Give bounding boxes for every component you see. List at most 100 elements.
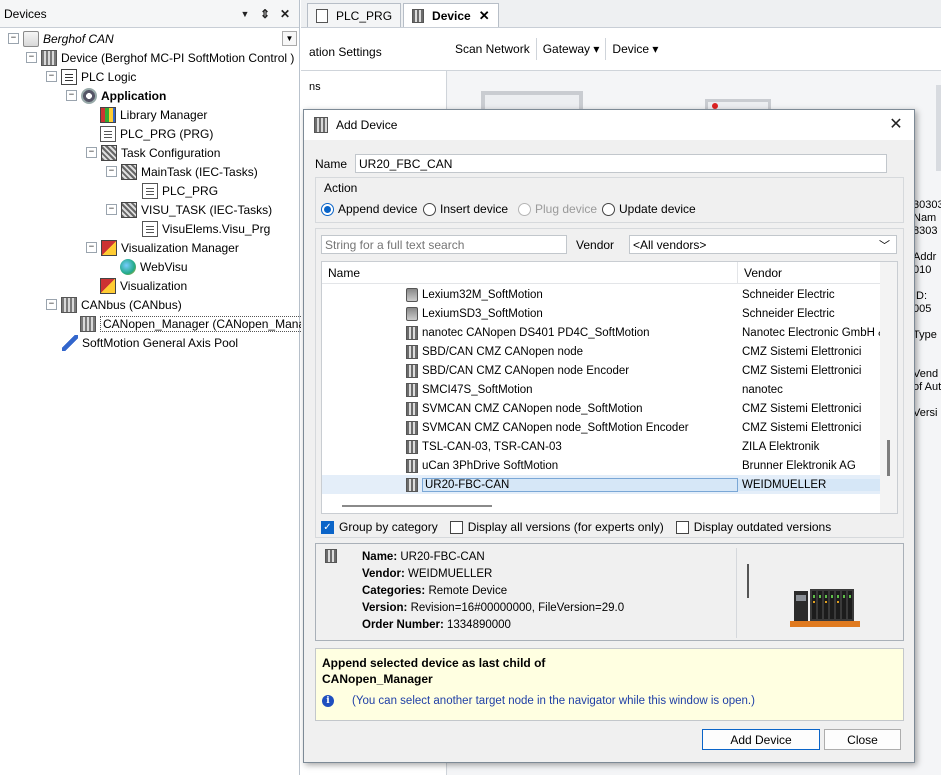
property-text: Addr [913,251,937,263]
options-row: ✓ Group by category Display all versions… [321,520,843,534]
tree-item[interactable]: − Device (Berghof MC-PI SoftMotion Contro… [26,48,294,67]
device-name-cell: SMCI47S_SoftMotion [322,382,738,397]
devices-panel: Devices ▼ ⇕ ✕ ▼ − Berghof CAN − Device (Ber… [0,0,330,775]
tab-communication-settings[interactable]: ation Settings [309,45,382,59]
panel-menu-icon[interactable]: ▼ [235,9,255,19]
tab-plc-prg[interactable]: PLC_PRG [307,3,402,27]
tree-item[interactable]: − Task Configuration [86,143,220,162]
device-name: uCan 3PhDrive SoftMotion [422,459,559,472]
device-list-group: Vendor <All vendors> ﹀ Name Vendor Lexiu… [315,228,904,538]
scan-network-button[interactable]: Scan Network [449,38,537,60]
device-icon [406,325,418,340]
column-header-vendor[interactable]: Vendor [738,262,882,284]
collapse-icon[interactable]: − [46,299,57,310]
scroll-thumb[interactable] [342,505,492,507]
tree-item[interactable]: PLC_PRG [142,181,218,200]
device-menu-button[interactable]: Device ▾ [606,38,664,60]
vertical-scrollbar[interactable] [880,262,897,513]
device-vendor: CMZ Sistemi Elettronici [742,402,862,415]
insert-device-radio[interactable]: Insert device [423,202,508,216]
plug-device-radio[interactable]: Plug device [518,202,597,216]
table-row[interactable]: SBD/CAN CMZ CANopen node CMZ Sistemi Elet… [322,342,882,361]
tree-item[interactable]: − Application [66,86,166,105]
append-device-radio[interactable]: Append device [321,202,417,216]
visu-manager-icon [101,239,117,256]
tree-dropdown-icon[interactable]: ▼ [282,31,297,46]
dialog-close-icon[interactable]: ✕ [886,115,906,135]
tree-item[interactable]: Library Manager [100,105,207,124]
collapse-icon[interactable]: − [106,204,117,215]
collapse-icon[interactable]: − [26,52,37,63]
tree-item[interactable]: − CANbus (CANbus) [46,295,182,314]
table-row[interactable]: Lexium32M_SoftMotion Schneider Electric [322,285,882,304]
scroll-thumb[interactable] [887,440,890,476]
info-divider-mark [747,564,749,598]
tree-item[interactable]: − Visualization Manager [86,238,239,257]
tree-item[interactable]: − Berghof CAN [8,29,114,48]
collapse-icon[interactable]: − [8,33,19,44]
side-list-item[interactable]: ns [309,81,321,93]
tree-item[interactable]: − VISU_TASK (IEC-Tasks) [106,200,272,219]
horizontal-scrollbar[interactable] [322,499,882,513]
tab-label: PLC_PRG [336,8,393,23]
collapse-icon[interactable]: − [86,242,97,253]
collapse-icon[interactable]: − [46,71,57,82]
action-legend: Action [324,181,358,195]
device-name-cell: LexiumSD3_SoftMotion [322,306,738,321]
table-row[interactable]: LexiumSD3_SoftMotion Schneider Electric [322,304,882,323]
close-tab-icon[interactable]: ✕ [479,8,490,24]
tab-device[interactable]: Device ✕ [403,3,499,27]
collapse-icon[interactable]: − [106,166,117,177]
name-input[interactable] [355,154,887,173]
tree-item-label: Berghof CAN [43,31,114,46]
tree-item-label: VisuElems.Visu_Prg [162,221,271,236]
device-name: LexiumSD3_SoftMotion [422,307,543,320]
table-row[interactable]: nanotec CANopen DS401 PD4C_SoftMotion Nan… [322,323,882,342]
editor-toolbar: Scan Network Gateway ▾ Device ▾ [449,38,664,60]
vendor-select[interactable]: <All vendors> ﹀ [629,235,897,254]
collapse-icon[interactable]: − [66,90,77,101]
program-call-icon [142,220,158,237]
device-vendor: WEIDMUELLER [738,478,882,491]
close-button[interactable]: Close [824,729,901,750]
device-icon [406,439,418,454]
table-row[interactable]: uCan 3PhDrive SoftMotion Brunner Elektron… [322,456,882,475]
editor-scrollbar[interactable] [936,85,941,171]
tree-item[interactable]: SoftMotion General Axis Pool [62,333,238,352]
table-row[interactable]: SBD/CAN CMZ CANopen node Encoder CMZ Sist… [322,361,882,380]
tree-item-label: VISU_TASK (IEC-Tasks) [141,202,273,217]
search-input[interactable] [321,235,567,254]
tree-item[interactable]: Visualization [100,276,187,295]
table-row[interactable]: UR20-FBC-CAN WEIDMUELLER [322,475,882,494]
property-text: 30303 [913,199,941,211]
task-icon [121,201,137,218]
display-all-versions-checkbox[interactable]: Display all versions (for experts only) [449,520,664,534]
tree-item[interactable]: VisuElems.Visu_Prg [142,219,270,238]
close-panel-icon[interactable]: ✕ [275,7,295,21]
table-row[interactable]: SMCI47S_SoftMotion nanotec [322,380,882,399]
tree-item[interactable]: − MainTask (IEC-Tasks) [106,162,258,181]
group-by-category-checkbox[interactable]: ✓ Group by category [321,520,438,534]
device-name-cell: SVMCAN CMZ CANopen node_SoftMotion Encod… [322,420,738,435]
tree-item-label: Task Configuration [121,145,221,160]
add-device-button[interactable]: Add Device [702,729,820,750]
device-name: Lexium32M_SoftMotion [422,288,543,301]
hint-title: Append selected device as last child of … [322,656,546,686]
pin-icon[interactable]: ⇕ [255,7,275,21]
collapse-icon[interactable]: − [86,147,97,158]
table-row[interactable]: SVMCAN CMZ CANopen node_SoftMotion CMZ Si… [322,399,882,418]
display-outdated-versions-checkbox[interactable]: Display outdated versions [675,520,831,534]
library-icon [100,106,116,123]
table-row[interactable]: TSL-CAN-03, TSR-CAN-03 ZILA Elektronik [322,437,882,456]
tree-item[interactable]: CANopen_Manager (CANopen_Manager) [80,314,330,333]
task-icon [121,163,137,180]
tree-item[interactable]: PLC_PRG (PRG) [100,124,213,143]
program-icon [100,125,116,142]
update-device-radio[interactable]: Update device [602,202,696,216]
column-header-name[interactable]: Name [322,262,738,284]
table-row[interactable]: SVMCAN CMZ CANopen node_SoftMotion Encod… [322,418,882,437]
add-device-dialog: Add Device ✕ Name Action Append device I… [303,109,915,763]
tree-item[interactable]: − PLC Logic [46,67,136,86]
gateway-menu-button[interactable]: Gateway ▾ [537,38,607,60]
tree-item[interactable]: WebVisu [120,257,188,276]
